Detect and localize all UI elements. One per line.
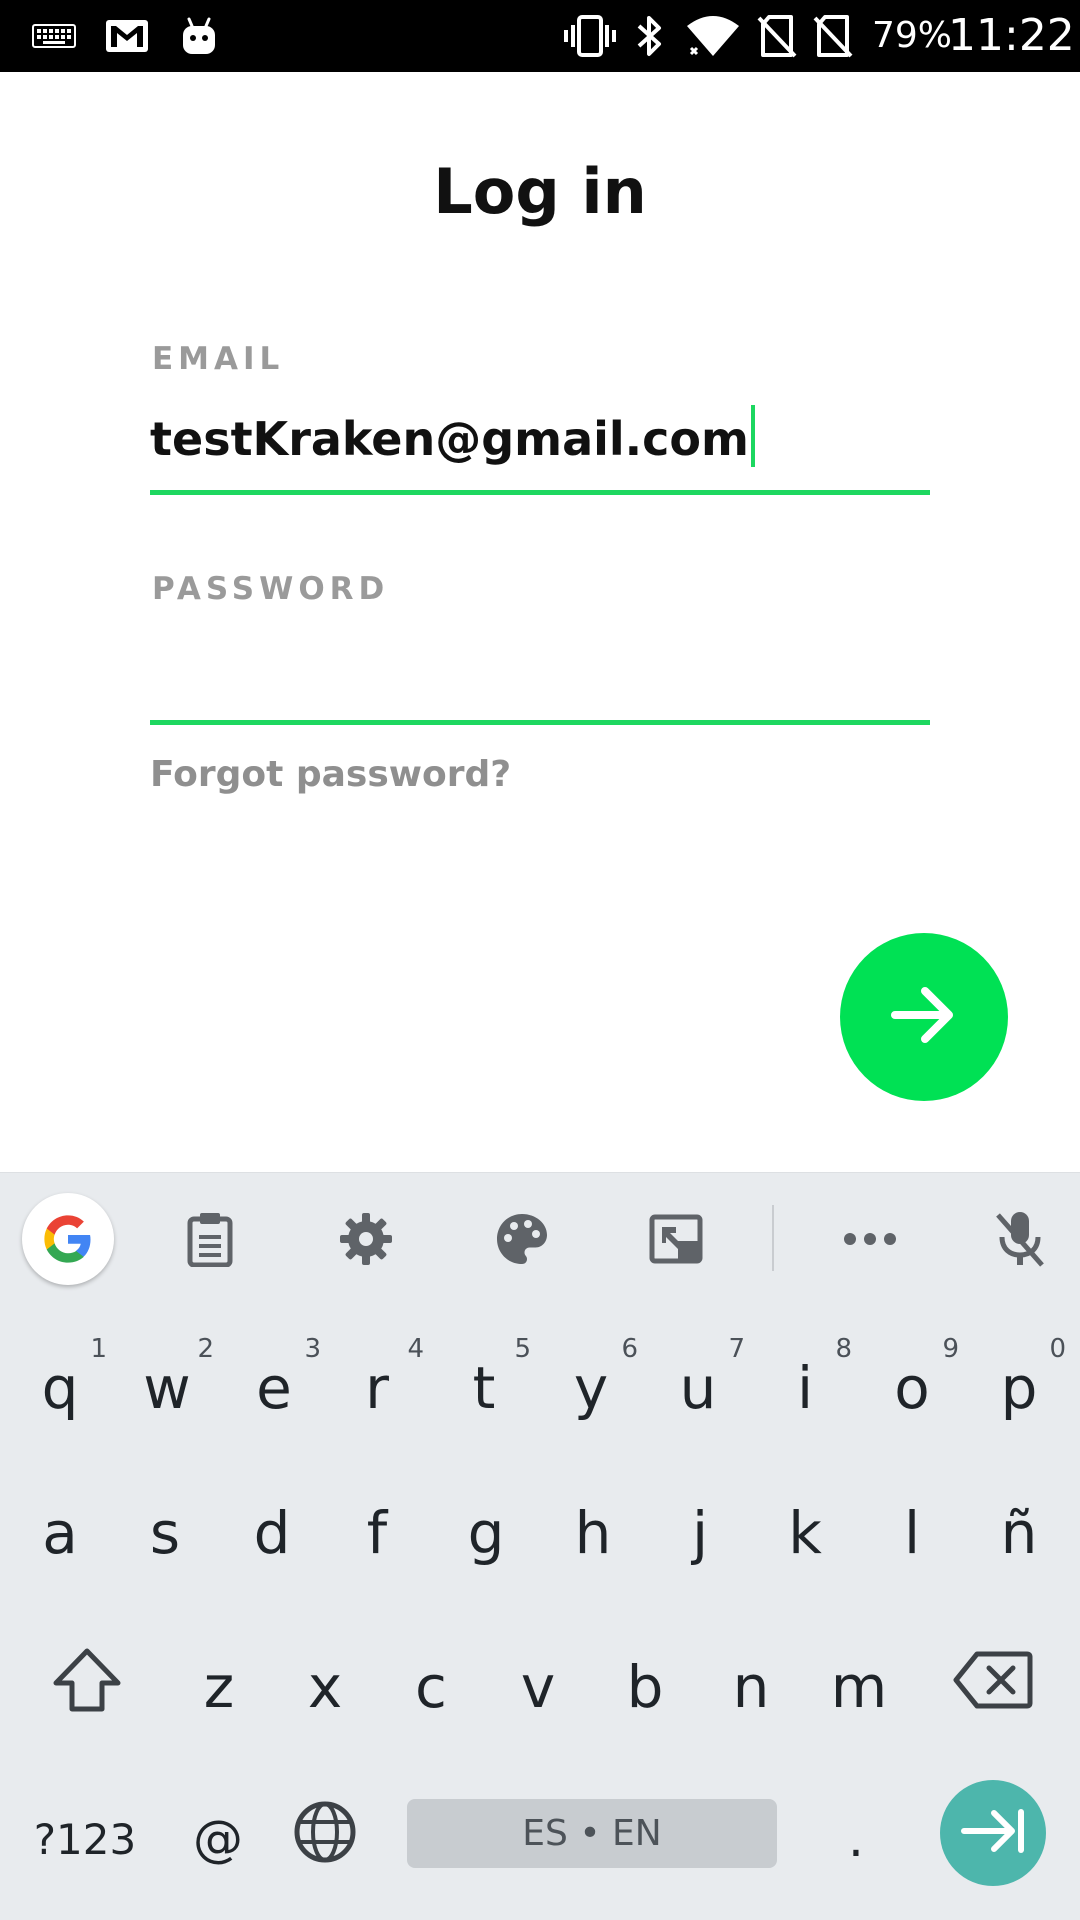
- key-q[interactable]: q1: [7, 1308, 113, 1458]
- period-key[interactable]: .: [806, 1764, 906, 1914]
- email-field[interactable]: testKraken@gmail.com: [150, 405, 755, 467]
- key-m[interactable]: m: [806, 1612, 912, 1762]
- password-underline: [150, 720, 930, 725]
- key-d[interactable]: d: [219, 1458, 325, 1608]
- key-o[interactable]: o9: [859, 1308, 965, 1458]
- text-cursor: [750, 405, 755, 467]
- email-underline: [150, 490, 930, 495]
- password-field[interactable]: [150, 640, 930, 700]
- next-key[interactable]: [940, 1780, 1046, 1886]
- space-bar[interactable]: ES • EN: [407, 1799, 777, 1868]
- at-key[interactable]: @: [168, 1764, 268, 1914]
- key-h[interactable]: h: [540, 1458, 646, 1608]
- key-z[interactable]: z: [166, 1612, 272, 1762]
- bluetooth-icon: [630, 0, 670, 72]
- page-title: Log in: [433, 155, 647, 228]
- wifi-icon: [684, 0, 742, 72]
- shift-key[interactable]: [34, 1612, 140, 1762]
- clipboard-icon[interactable]: [180, 1172, 240, 1305]
- forgot-password-link[interactable]: Forgot password?: [150, 754, 511, 795]
- key-s[interactable]: s: [112, 1458, 218, 1608]
- tab-arrow-icon: [960, 1808, 1026, 1859]
- gmail-icon: [104, 0, 150, 72]
- key-a[interactable]: a: [7, 1458, 113, 1608]
- language-key[interactable]: [275, 1764, 375, 1914]
- key-g[interactable]: g: [433, 1458, 539, 1608]
- key-c[interactable]: c: [378, 1612, 484, 1762]
- android-icon: [176, 0, 222, 72]
- battery-percent: 79%: [872, 15, 953, 56]
- key-f[interactable]: f: [324, 1458, 430, 1608]
- backspace-key[interactable]: [940, 1612, 1046, 1762]
- no-sim-icon: [754, 0, 800, 72]
- shift-icon: [52, 1647, 122, 1727]
- globe-icon: [293, 1800, 357, 1878]
- google-button[interactable]: [22, 1172, 114, 1305]
- key-t[interactable]: t5: [431, 1308, 537, 1458]
- symbols-key[interactable]: ?123: [18, 1764, 152, 1914]
- password-label: PASSWORD: [152, 571, 390, 607]
- key-p[interactable]: p0: [966, 1308, 1072, 1458]
- one-handed-icon[interactable]: [644, 1172, 708, 1305]
- clock: 11:22: [948, 10, 1075, 61]
- status-bar: 79% 11:22: [0, 0, 1080, 72]
- arrow-right-icon: [889, 985, 959, 1050]
- login-submit-button[interactable]: [840, 933, 1008, 1101]
- key-r[interactable]: r4: [324, 1308, 430, 1458]
- more-icon[interactable]: [840, 1172, 900, 1305]
- google-icon: [22, 1192, 114, 1285]
- email-label: EMAIL: [152, 341, 285, 377]
- key-e[interactable]: e3: [221, 1308, 327, 1458]
- backspace-icon: [953, 1650, 1033, 1724]
- key-j[interactable]: j: [647, 1458, 753, 1608]
- key-n-tilde[interactable]: ñ: [966, 1458, 1072, 1608]
- gear-icon[interactable]: [334, 1172, 398, 1305]
- key-w[interactable]: w2: [114, 1308, 220, 1458]
- palette-icon[interactable]: [490, 1172, 554, 1305]
- vibrate-icon: [562, 0, 618, 72]
- key-i[interactable]: i8: [752, 1308, 858, 1458]
- key-v[interactable]: v: [485, 1612, 591, 1762]
- keyboard-icon: [30, 0, 78, 72]
- key-x[interactable]: x: [272, 1612, 378, 1762]
- email-value: testKraken@gmail.com: [150, 412, 749, 466]
- no-sim-icon: [810, 0, 856, 72]
- key-k[interactable]: k: [752, 1458, 858, 1608]
- key-n[interactable]: n: [698, 1612, 804, 1762]
- key-y[interactable]: y6: [538, 1308, 644, 1458]
- key-u[interactable]: u7: [645, 1308, 751, 1458]
- key-b[interactable]: b: [592, 1612, 698, 1762]
- mic-off-icon[interactable]: [990, 1172, 1050, 1305]
- toolbar-divider: [772, 1205, 774, 1271]
- key-l[interactable]: l: [859, 1458, 965, 1608]
